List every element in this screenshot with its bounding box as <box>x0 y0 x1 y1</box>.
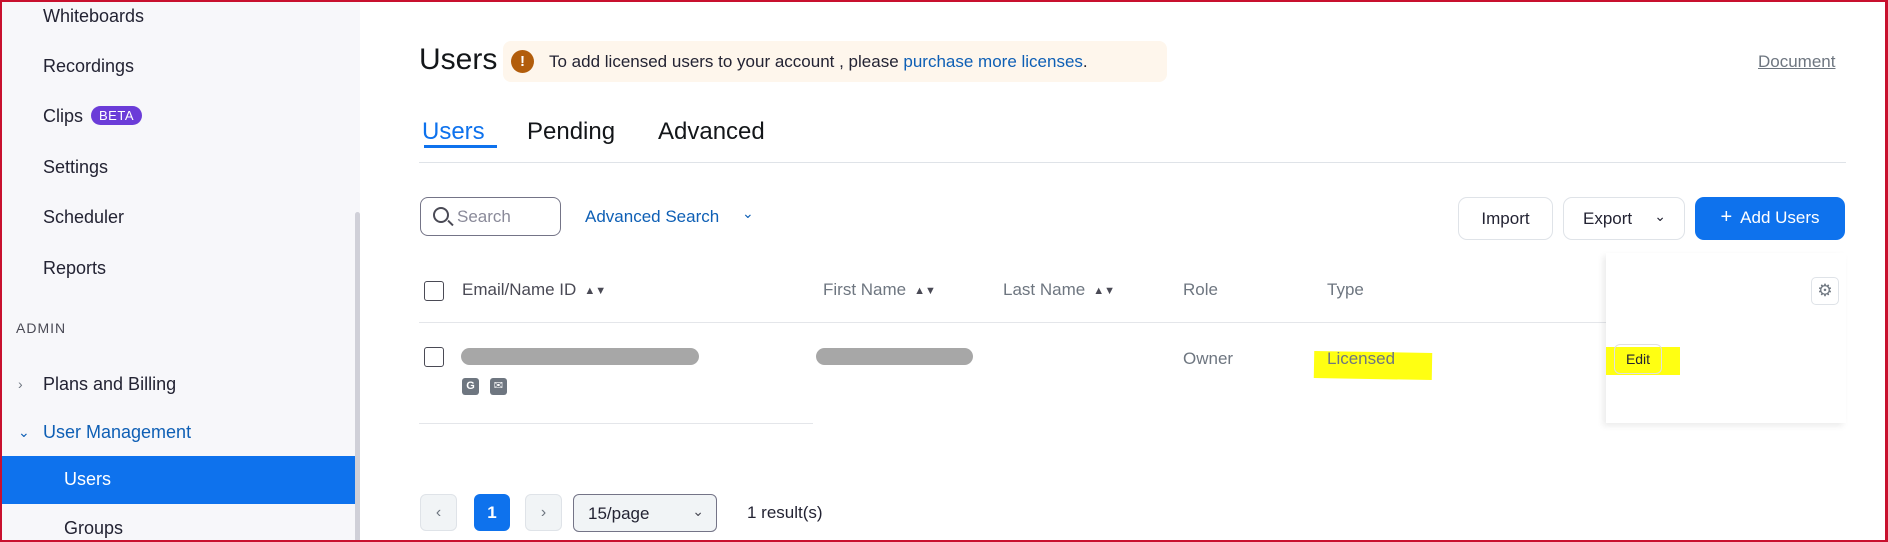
page-title: Users <box>419 43 498 76</box>
chevron-right-icon: › <box>18 376 23 392</box>
column-label: Role <box>1183 280 1218 299</box>
page-size-value: 15/page <box>588 504 650 523</box>
notice-text: To add licensed users to your account , … <box>549 52 1088 72</box>
column-header-role: Role <box>1183 280 1218 300</box>
tab-users[interactable]: Users <box>422 118 497 148</box>
sidebar-section-admin: ADMIN <box>16 320 67 336</box>
role-cell: Owner <box>1183 349 1234 368</box>
sidebar-item-settings[interactable]: Settings <box>43 157 108 178</box>
tab-active-indicator <box>424 145 497 148</box>
gear-icon[interactable]: ⚙ <box>1811 277 1839 305</box>
sidebar-item-plans-billing[interactable]: Plans and Billing <box>43 374 176 395</box>
notice-period: . <box>1082 52 1088 71</box>
sidebar-item-label: Users <box>64 469 112 489</box>
sidebar-item-label: Settings <box>43 157 109 177</box>
sidebar-item-label: Plans and Billing <box>43 374 177 394</box>
sidebar-item-groups[interactable]: Groups <box>64 518 123 539</box>
sidebar-item-scheduler[interactable]: Scheduler <box>43 207 124 228</box>
sidebar-item-label: User Management <box>43 422 192 442</box>
column-header-email[interactable]: Email/Name ID ▲▼ <box>462 280 606 300</box>
sidebar-item-label: Scheduler <box>43 207 125 227</box>
search-input[interactable]: Search <box>420 197 561 236</box>
google-icon: G <box>462 378 479 395</box>
chevron-down-icon: ⌄ <box>1654 208 1666 224</box>
search-icon <box>433 207 449 223</box>
sidebar-item-whiteboards[interactable]: Whiteboards <box>43 6 144 27</box>
sort-icon[interactable]: ▲▼ <box>1093 285 1115 297</box>
sidebar-item-user-management[interactable]: User Management <box>43 422 191 443</box>
chevron-down-icon: ⌄ <box>18 424 30 440</box>
page-size-select[interactable]: 15/page ⌄ <box>573 494 717 532</box>
sort-icon[interactable]: ▲▼ <box>914 285 936 297</box>
select-all-checkbox[interactable] <box>424 281 444 301</box>
column-header-last-name[interactable]: Last Name ▲▼ <box>1003 280 1115 300</box>
sidebar-item-label: Reports <box>43 258 107 278</box>
column-label: Email/Name ID <box>462 280 577 299</box>
advanced-search-link[interactable]: Advanced Search <box>585 207 719 227</box>
redacted-email <box>461 348 699 365</box>
column-header-type: Type <box>1327 280 1364 300</box>
import-button[interactable]: Import <box>1458 197 1553 240</box>
type-cell: Licensed <box>1327 349 1396 368</box>
tab-label: Advanced <box>658 118 765 145</box>
results-count: 1 result(s) <box>747 503 823 522</box>
sidebar-item-label: Groups <box>64 518 124 538</box>
column-header-first-name[interactable]: First Name ▲▼ <box>823 280 936 300</box>
row-checkbox[interactable] <box>424 347 444 367</box>
sidebar-item-reports[interactable]: Reports <box>43 258 106 279</box>
redacted-first-name <box>816 348 973 365</box>
column-label: First Name <box>823 280 907 299</box>
add-users-button[interactable]: + Add Users <box>1695 197 1845 240</box>
next-page-button[interactable]: › <box>525 494 562 531</box>
header-divider <box>419 322 1607 323</box>
plus-icon: + <box>1720 206 1733 228</box>
edit-button[interactable]: Edit <box>1614 344 1662 374</box>
warning-icon: ! <box>511 50 534 73</box>
chevron-down-icon: ⌄ <box>692 503 704 519</box>
column-label: Type <box>1327 280 1364 299</box>
license-notice: ! To add licensed users to your account … <box>503 41 1167 82</box>
beta-badge: BETA <box>91 106 143 125</box>
row-divider <box>419 423 813 424</box>
sidebar-item-recordings[interactable]: Recordings <box>43 56 134 77</box>
tab-pending[interactable]: Pending <box>527 118 615 146</box>
search-placeholder: Search <box>457 207 511 226</box>
current-page-button[interactable]: 1 <box>474 494 510 531</box>
actions-column <box>1606 253 1846 423</box>
email-icon: ✉ <box>490 378 507 395</box>
chevron-down-icon[interactable]: ⌄ <box>742 205 754 222</box>
export-label: Export <box>1583 209 1633 228</box>
import-label: Import <box>1481 209 1530 228</box>
purchase-licenses-link[interactable]: purchase more licenses <box>903 52 1083 71</box>
sidebar-item-clips[interactable]: Clips BETA <box>43 106 143 127</box>
sidebar-item-label: Whiteboards <box>43 6 145 26</box>
tab-advanced[interactable]: Advanced <box>658 118 765 146</box>
sidebar-scrollbar[interactable] <box>355 212 360 542</box>
tab-label: Pending <box>527 118 616 145</box>
sidebar-item-label: Recordings <box>43 56 135 76</box>
tabs: Users Pending Advanced <box>419 108 1846 163</box>
sidebar: Whiteboards Recordings Clips BETA Setting… <box>0 0 360 542</box>
document-link[interactable]: Document <box>1758 52 1835 72</box>
column-label: Last Name <box>1003 280 1086 299</box>
sidebar-item-users[interactable]: Users <box>2 456 355 504</box>
notice-message: To add licensed users to your account , … <box>549 52 904 71</box>
tab-label: Users <box>422 118 485 145</box>
add-users-label: Add Users <box>1740 208 1820 227</box>
sort-icon[interactable]: ▲▼ <box>584 285 606 297</box>
export-button[interactable]: Export ⌄ <box>1563 197 1685 240</box>
sidebar-item-label: Clips <box>43 106 84 126</box>
prev-page-button[interactable]: ‹ <box>420 494 457 531</box>
